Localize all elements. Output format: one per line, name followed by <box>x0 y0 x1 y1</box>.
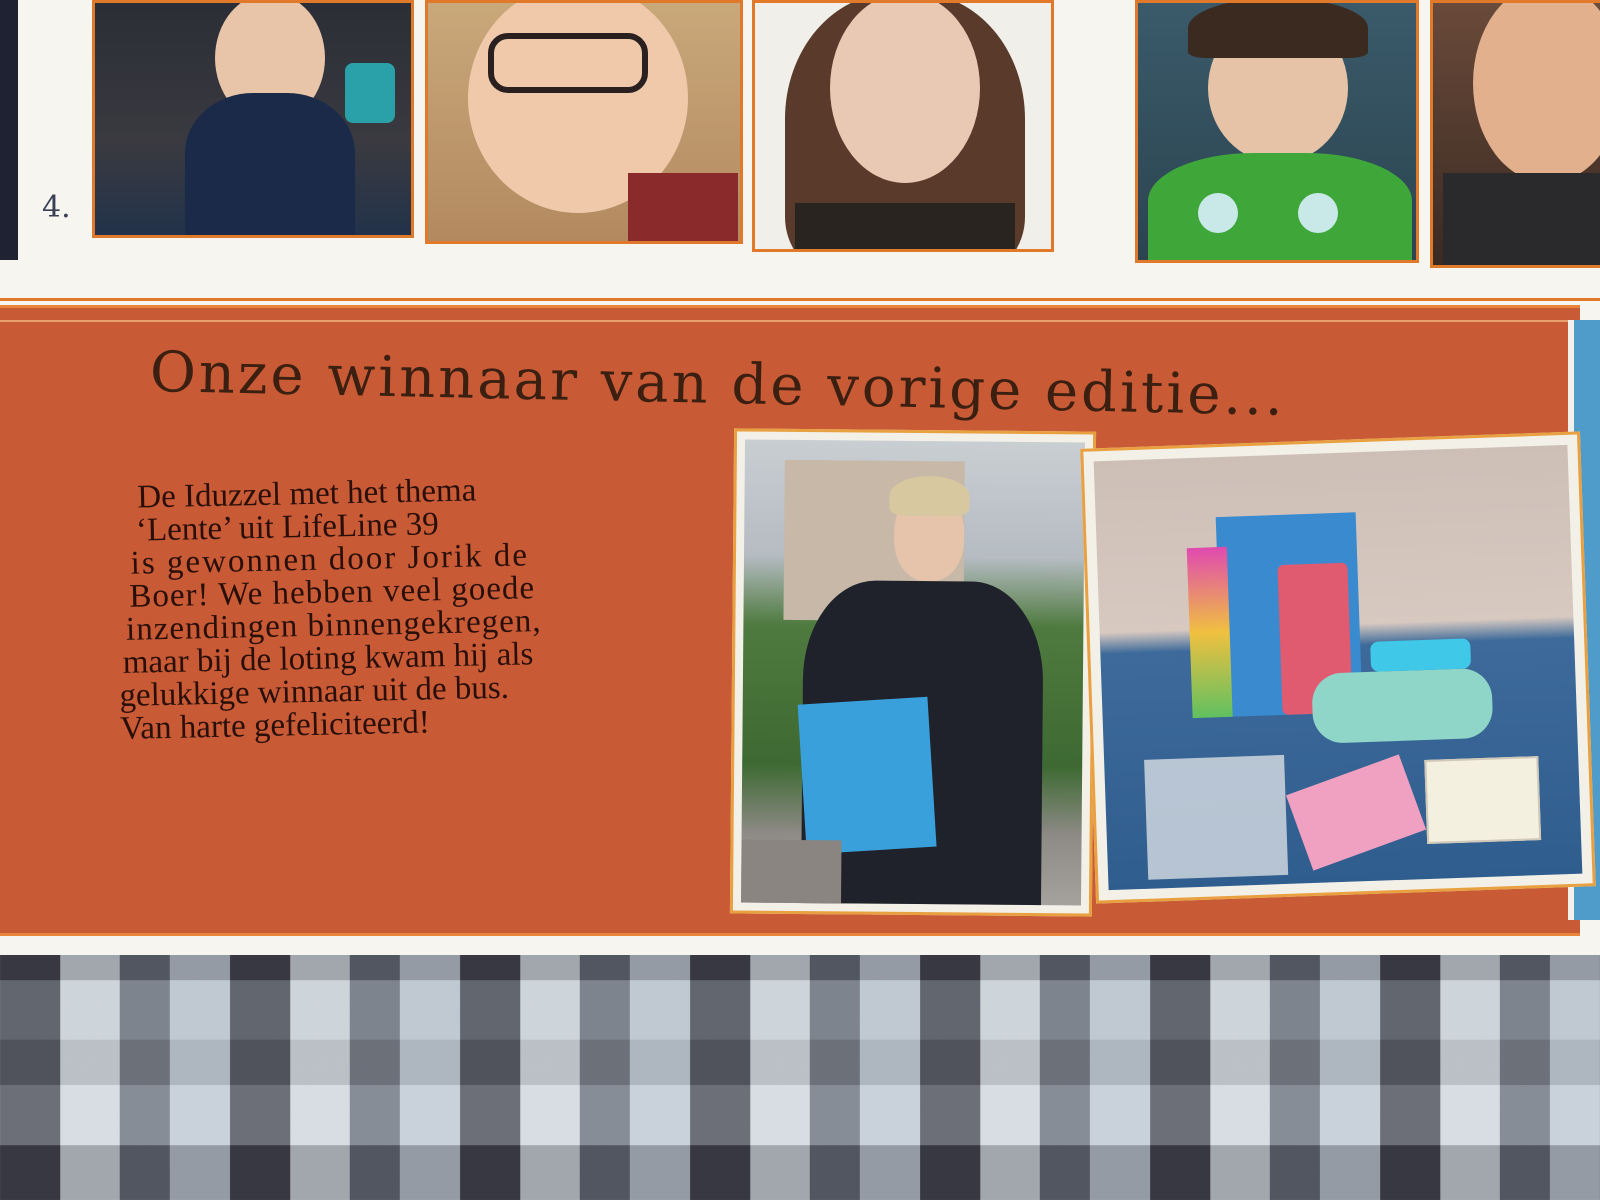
portrait-photo-2 <box>425 0 743 244</box>
portrait-photo-row: 4. <box>0 0 1600 275</box>
prize-photo <box>1080 431 1596 904</box>
winner-announcement-text: De Iduzzel met het thema ‘Lente’ uit Lif… <box>115 469 720 747</box>
banner-inner-line <box>0 320 1570 322</box>
portrait-photo-1 <box>92 0 414 238</box>
portrait-photo-3 <box>752 0 1054 252</box>
divider-line <box>0 298 1600 301</box>
portrait-photo-5 <box>1430 0 1600 268</box>
portrait-photo-4 <box>1135 0 1419 263</box>
winner-photo <box>729 428 1097 917</box>
photo-number-label: 4. <box>42 190 71 225</box>
